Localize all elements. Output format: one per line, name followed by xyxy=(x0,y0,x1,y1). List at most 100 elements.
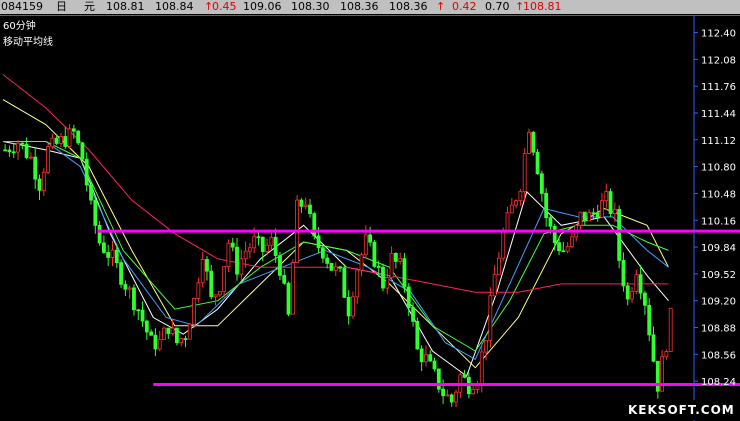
candle xyxy=(497,251,501,275)
candle-body xyxy=(591,212,596,215)
candle xyxy=(59,132,63,147)
candle xyxy=(24,137,29,160)
candle xyxy=(428,350,433,362)
candle xyxy=(436,368,441,393)
candle-body xyxy=(110,249,115,258)
candle-body xyxy=(316,235,321,249)
candle xyxy=(16,140,20,160)
candle-body xyxy=(166,327,171,334)
candle-body xyxy=(351,296,355,317)
candle-body xyxy=(527,131,531,154)
candle xyxy=(63,127,68,149)
candle xyxy=(299,198,304,213)
candle-body xyxy=(84,158,89,186)
candle-body xyxy=(557,242,561,252)
candle-body xyxy=(432,360,437,370)
candle-body xyxy=(123,283,128,290)
candle xyxy=(359,252,364,277)
candle-body xyxy=(346,297,351,317)
candle-body xyxy=(50,137,55,148)
candle xyxy=(505,206,510,233)
candle xyxy=(647,298,652,342)
candle xyxy=(604,183,609,210)
candle-body xyxy=(643,292,647,306)
candle xyxy=(342,264,347,298)
candle xyxy=(612,202,617,223)
candle-body xyxy=(376,266,381,268)
candle xyxy=(230,237,235,252)
candle-body xyxy=(497,257,501,275)
candle-body xyxy=(359,254,364,271)
candle xyxy=(522,148,527,202)
candle xyxy=(84,152,89,192)
candle xyxy=(518,188,523,206)
candle-body xyxy=(41,171,46,191)
candle xyxy=(531,130,536,156)
candle-body xyxy=(492,273,497,297)
candle-body xyxy=(570,236,574,247)
candle xyxy=(11,142,16,158)
candle-body xyxy=(617,209,622,261)
indicator-label: 移动平均线 xyxy=(3,35,53,48)
candle-body xyxy=(157,339,162,350)
candle-body xyxy=(286,282,291,315)
candle xyxy=(153,328,158,356)
candle xyxy=(582,211,587,226)
candle-body xyxy=(265,244,269,252)
candle-body xyxy=(179,338,184,344)
candle-body xyxy=(282,275,287,284)
candle xyxy=(282,268,287,285)
candle xyxy=(488,287,493,348)
candle-body xyxy=(385,277,390,289)
candle-body xyxy=(355,269,360,298)
candle xyxy=(269,229,274,251)
candle xyxy=(664,349,669,360)
candle-body xyxy=(582,211,587,222)
candle-body xyxy=(71,128,76,132)
candle-body xyxy=(372,241,377,267)
candle-body xyxy=(509,204,514,214)
candle xyxy=(33,147,38,189)
candle xyxy=(544,188,549,227)
candle xyxy=(290,259,295,315)
candle-body xyxy=(269,237,274,246)
candle-body xyxy=(518,191,523,202)
candle xyxy=(308,199,312,218)
candle xyxy=(565,242,570,254)
candle-body xyxy=(445,394,450,397)
candle-body xyxy=(235,246,239,275)
candle xyxy=(312,211,317,240)
candle-body xyxy=(200,259,205,284)
candle-body xyxy=(514,200,519,206)
candle-body xyxy=(273,237,278,257)
candle xyxy=(46,143,50,175)
candle xyxy=(80,141,85,160)
candle xyxy=(402,253,407,293)
candle-body xyxy=(67,128,72,147)
candle-body xyxy=(424,354,428,363)
candle xyxy=(643,290,647,315)
candle xyxy=(235,238,239,281)
candle-body xyxy=(243,250,248,260)
candle-body xyxy=(471,389,476,395)
candle-body xyxy=(252,236,257,249)
candle-body xyxy=(333,266,338,271)
moving-average-lines xyxy=(2,74,669,377)
candle-body xyxy=(484,339,488,353)
candle-body xyxy=(428,354,433,362)
candle xyxy=(187,322,192,340)
candle-body xyxy=(454,391,458,403)
candle-body xyxy=(217,291,222,296)
candle-body xyxy=(140,309,145,322)
candle xyxy=(7,145,12,157)
candle-body xyxy=(329,262,334,271)
candle xyxy=(149,329,154,336)
candle xyxy=(29,152,33,160)
candle-body xyxy=(63,136,68,147)
candle-body xyxy=(647,304,652,336)
candle-body xyxy=(102,242,106,253)
candle-body xyxy=(552,225,557,244)
candle-body xyxy=(162,327,166,341)
y-tick-label: 111.12 xyxy=(701,136,736,147)
candle-body xyxy=(587,212,591,222)
